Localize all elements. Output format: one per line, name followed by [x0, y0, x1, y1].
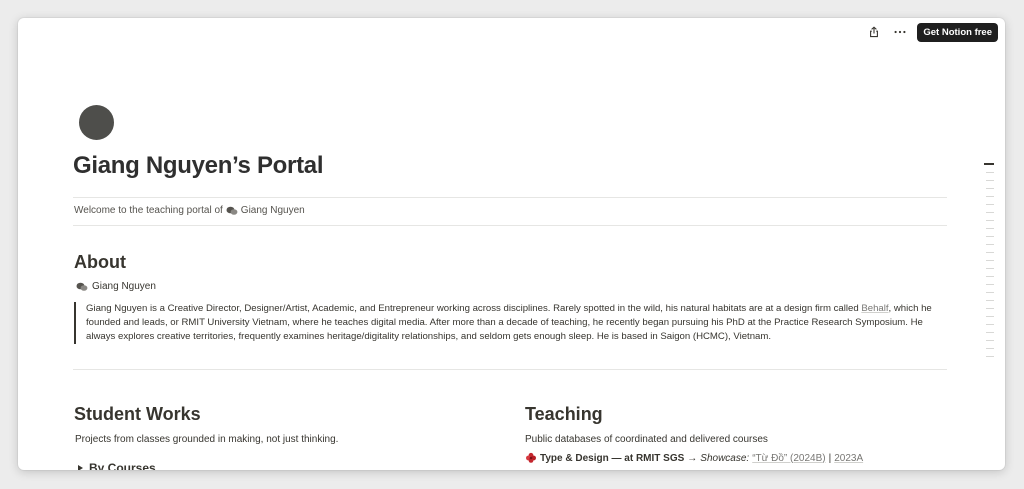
course-title-link[interactable]: Type & Design — at RMIT SGS: [540, 453, 684, 464]
toc-tick[interactable]: [986, 347, 994, 349]
toc-tick[interactable]: [986, 179, 994, 181]
user-mention[interactable]: Giang Nguyen: [226, 205, 305, 216]
toc-tick[interactable]: [986, 227, 994, 229]
toc-tick[interactable]: [986, 267, 994, 269]
toc-tick[interactable]: [986, 235, 994, 237]
toc-tick[interactable]: [986, 259, 994, 261]
toc-tick[interactable]: [986, 203, 994, 205]
teaching-heading: Teaching: [525, 404, 603, 424]
page-window: Get Notion free Giang Nguyen’s Portal We…: [18, 18, 1005, 470]
divider: [73, 197, 947, 198]
about-heading: About: [74, 252, 126, 272]
teaching-description: Public databases of coordinated and deli…: [525, 434, 768, 445]
behalf-link[interactable]: Behalf: [861, 303, 888, 314]
chat-bubbles-icon: [76, 282, 88, 291]
toc-tick[interactable]: [986, 307, 994, 309]
divider: [73, 225, 947, 226]
divider: [73, 369, 947, 370]
chat-bubbles-icon: [226, 206, 238, 215]
toc-tick[interactable]: [986, 171, 994, 173]
course-entry: Type & Design — at RMIT SGS → Showcase: …: [525, 452, 863, 464]
toc-tick[interactable]: [984, 163, 994, 165]
welcome-text: Welcome to the teaching portal of: [74, 205, 223, 216]
triangle-right-icon: [78, 465, 83, 470]
toc-tick[interactable]: [986, 323, 994, 325]
page-icon-avatar: [79, 105, 114, 140]
get-notion-free-button[interactable]: Get Notion free: [917, 22, 998, 42]
welcome-line: Welcome to the teaching portal of Giang …: [74, 205, 305, 216]
top-bar: Get Notion free: [865, 18, 1005, 43]
toc-tick[interactable]: [986, 291, 994, 293]
toc-tick[interactable]: [986, 195, 994, 197]
toc-tick[interactable]: [986, 339, 994, 341]
page-title: Giang Nguyen’s Portal: [73, 152, 324, 179]
student-works-description: Projects from classes grounded in making…: [75, 434, 339, 445]
toc-tick[interactable]: [986, 315, 994, 317]
more-horizontal-icon[interactable]: [891, 23, 909, 41]
table-of-contents-minimap[interactable]: [984, 163, 996, 364]
showcase-link[interactable]: “Từ Đồ” (2024B): [752, 453, 825, 464]
toc-tick[interactable]: [986, 243, 994, 245]
separator: |: [828, 452, 832, 464]
toc-tick[interactable]: [986, 331, 994, 333]
about-author[interactable]: Giang Nguyen: [76, 281, 156, 292]
flower-icon: [526, 452, 536, 463]
toc-tick[interactable]: [986, 283, 994, 285]
student-works-heading: Student Works: [74, 404, 201, 424]
toc-tick[interactable]: [986, 275, 994, 277]
bio-text-1: Giang Nguyen is a Creative Director, Des…: [86, 303, 862, 314]
link-2023a[interactable]: 2023A: [834, 453, 863, 464]
toc-tick[interactable]: [986, 299, 994, 301]
bio-quote: Giang Nguyen is a Creative Director, Des…: [74, 302, 946, 344]
toc-tick[interactable]: [986, 355, 994, 357]
showcase-label: Showcase:: [700, 452, 750, 464]
toc-tick[interactable]: [986, 219, 994, 221]
share-icon[interactable]: [865, 23, 883, 41]
toc-tick[interactable]: [986, 187, 994, 189]
toggle-label: By Courses: [89, 461, 156, 470]
arrow-right: →: [687, 452, 698, 464]
author-name: Giang Nguyen: [92, 281, 156, 292]
toc-tick[interactable]: [986, 251, 994, 253]
by-courses-toggle[interactable]: By Courses: [78, 461, 156, 470]
toc-tick[interactable]: [986, 211, 994, 213]
mention-label: Giang Nguyen: [240, 205, 305, 216]
